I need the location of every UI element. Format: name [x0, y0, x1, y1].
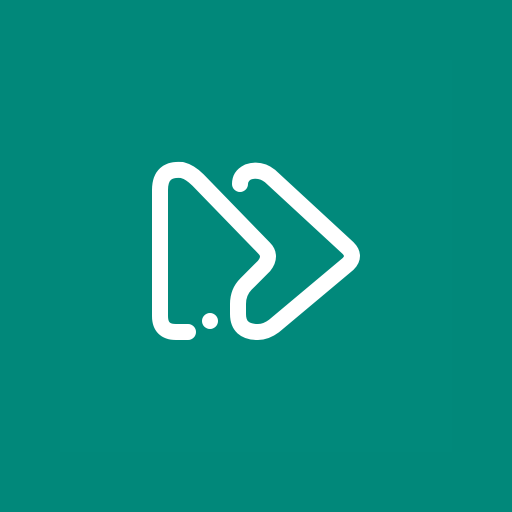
fast-forward-icon — [152, 161, 360, 340]
app-icon-canvas — [0, 0, 512, 512]
left-chevron-outline-icon — [152, 161, 360, 340]
dot-icon — [202, 313, 218, 329]
